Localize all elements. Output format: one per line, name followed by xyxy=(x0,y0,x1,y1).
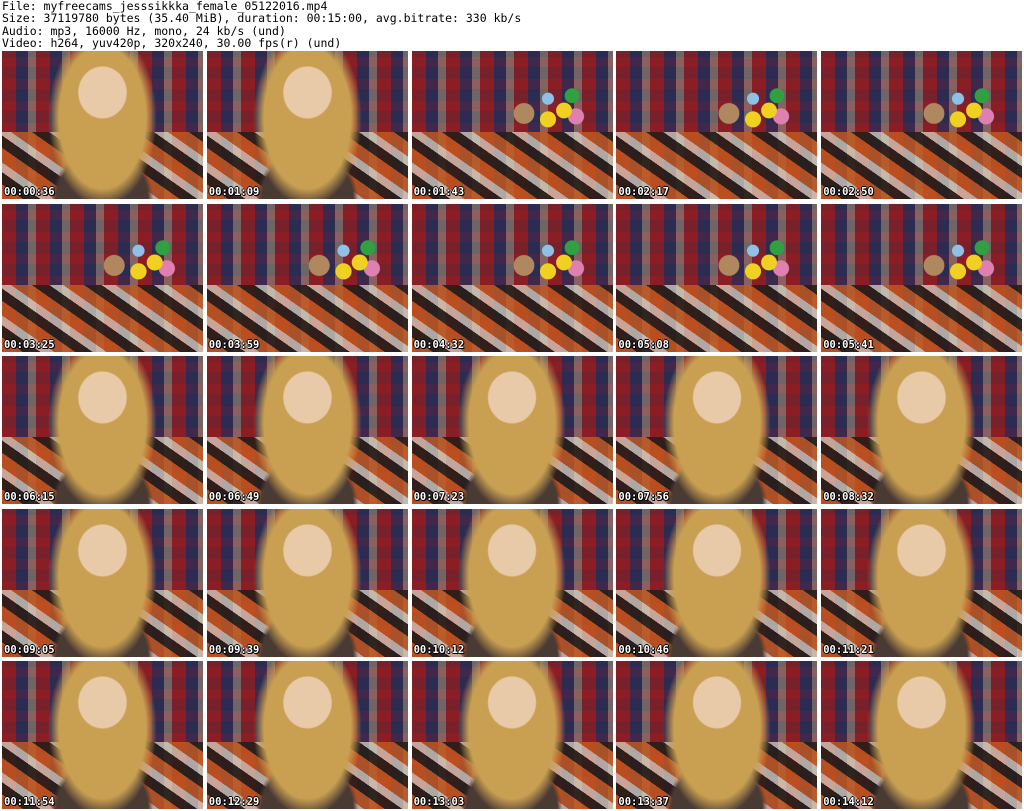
thumbnail-person xyxy=(865,661,978,809)
thumbnail-timestamp: 00:12:29 xyxy=(208,796,260,808)
thumbnail-timestamp: 00:07:56 xyxy=(618,491,669,503)
video-thumbnail[interactable]: 00:14:12 xyxy=(821,661,1023,809)
thumbnail-timestamp: 00:10:12 xyxy=(413,643,465,656)
video-thumbnail[interactable]: 00:09:39 xyxy=(206,508,408,657)
thumbnail-timestamp: 00:05:41 xyxy=(823,338,874,351)
thumbnail-timestamp: 00:02:50 xyxy=(823,186,874,198)
video-thumbnail[interactable]: 00:05:08 xyxy=(616,203,818,352)
thumbnail-person xyxy=(455,356,569,504)
thumbnail-timestamp: 00:09:39 xyxy=(208,643,260,656)
thumbnail-person xyxy=(251,508,364,657)
thumbnail-toys xyxy=(712,80,794,140)
thumbnail-person xyxy=(865,508,978,657)
thumbnail-toys xyxy=(917,80,999,140)
thumbnail-timestamp: 00:06:15 xyxy=(4,491,55,503)
video-thumbnail[interactable]: 00:05:41 xyxy=(821,203,1023,352)
video-thumbnail[interactable]: 00:11:54 xyxy=(2,661,203,809)
thumbnail-timestamp: 00:03:25 xyxy=(4,338,55,351)
thumbnail-person xyxy=(865,356,978,504)
video-thumbnail[interactable]: 00:04:32 xyxy=(411,203,613,352)
thumbnail-grid: 00:00:36 00:01:09 00:01:43 00:02:17 00:02:50… xyxy=(2,51,1023,809)
video-thumbnail[interactable]: 00:11:21 xyxy=(821,508,1023,657)
thumbnail-toys xyxy=(917,233,999,293)
thumbnail-person xyxy=(660,661,774,809)
video-thumbnail[interactable]: 00:01:09 xyxy=(206,51,408,199)
video-thumbnail[interactable]: 00:12:29 xyxy=(206,661,408,809)
video-thumbnail[interactable]: 00:10:12 xyxy=(411,508,613,657)
video-thumbnail[interactable]: 00:03:59 xyxy=(206,203,408,352)
thumbnail-toys xyxy=(712,233,794,293)
thumbnail-person xyxy=(455,508,569,657)
file-info-header: File: myfreecams_jesssikkka_female_05122… xyxy=(2,0,1022,50)
thumbnail-timestamp: 00:10:46 xyxy=(618,643,669,656)
thumbnail-timestamp: 00:13:37 xyxy=(618,796,669,808)
video-thumbnail[interactable]: 00:00:36 xyxy=(2,51,203,199)
thumbnail-person xyxy=(660,356,774,504)
thumbnail-timestamp: 00:07:23 xyxy=(413,491,465,503)
thumbnail-person xyxy=(46,508,159,657)
video-thumbnail[interactable]: 00:02:17 xyxy=(616,51,818,199)
video-thumbnail[interactable]: 00:07:56 xyxy=(616,356,818,504)
thumbnail-person xyxy=(251,51,364,199)
thumbnail-person xyxy=(46,51,159,199)
thumbnail-timestamp: 00:05:08 xyxy=(618,338,669,351)
video-info-line: Video: h264, yuv420p, 320x240, 30.00 fps… xyxy=(2,35,342,50)
video-thumbnail[interactable]: 00:10:46 xyxy=(616,508,818,657)
thumbnail-timestamp: 00:06:49 xyxy=(208,491,260,503)
thumbnail-person xyxy=(660,508,774,657)
thumbnail-timestamp: 00:11:54 xyxy=(4,796,55,808)
thumbnail-timestamp: 00:01:09 xyxy=(208,186,260,198)
thumbnail-toys xyxy=(303,233,384,293)
video-thumbnail[interactable]: 00:07:23 xyxy=(411,356,613,504)
thumbnail-timestamp: 00:00:36 xyxy=(4,186,55,198)
video-thumbnail[interactable]: 00:13:03 xyxy=(411,661,613,809)
thumbnail-person xyxy=(251,356,364,504)
thumbnail-person xyxy=(46,661,159,809)
thumbnail-timestamp: 00:01:43 xyxy=(413,186,465,198)
thumbnail-timestamp: 00:13:03 xyxy=(413,796,465,808)
thumbnail-person xyxy=(455,661,569,809)
video-thumbnail[interactable]: 00:06:15 xyxy=(2,356,203,504)
thumbnail-timestamp: 00:02:17 xyxy=(618,186,669,198)
thumbnail-person xyxy=(251,661,364,809)
thumbnail-timestamp: 00:11:21 xyxy=(823,643,874,656)
thumbnail-timestamp: 00:08:32 xyxy=(823,491,874,503)
thumbnail-timestamp: 00:04:32 xyxy=(413,338,465,351)
video-thumbnail[interactable]: 00:03:25 xyxy=(2,203,203,352)
video-thumbnail[interactable]: 00:09:05 xyxy=(2,508,203,657)
thumbnail-timestamp: 00:03:59 xyxy=(208,338,260,351)
thumbnail-person xyxy=(46,356,159,504)
thumbnail-toys xyxy=(508,80,589,140)
video-thumbnail[interactable]: 00:13:37 xyxy=(616,661,818,809)
thumbnail-timestamp: 00:09:05 xyxy=(4,643,55,656)
video-thumbnail[interactable]: 00:01:43 xyxy=(411,51,613,199)
video-thumbnail[interactable]: 00:08:32 xyxy=(821,356,1023,504)
video-thumbnail[interactable]: 00:06:49 xyxy=(206,356,408,504)
file-size-line: Size: 37119780 bytes (35.40 MiB), durati… xyxy=(2,11,522,26)
video-thumbnail[interactable]: 00:02:50 xyxy=(821,51,1023,199)
thumbnail-toys xyxy=(98,233,179,293)
thumbnail-timestamp: 00:14:12 xyxy=(823,796,874,808)
thumbnail-toys xyxy=(508,233,589,293)
